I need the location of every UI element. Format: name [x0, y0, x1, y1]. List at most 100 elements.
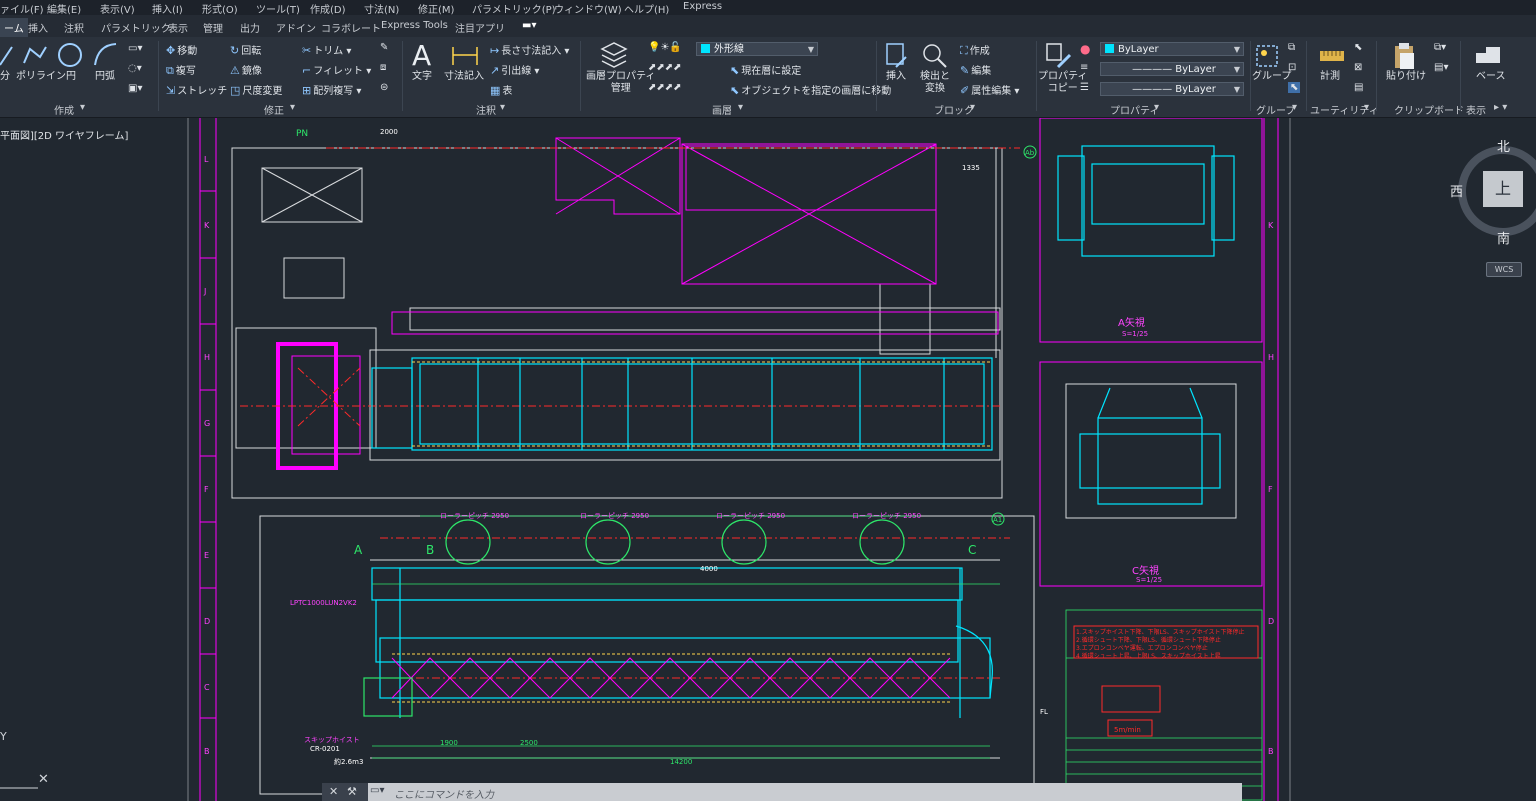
menu-edit[interactable]: 編集(E) [47, 1, 81, 16]
layer-state-icons[interactable]: 💡☀🔓 [648, 42, 682, 53]
text-button[interactable]: 文字 [412, 71, 432, 83]
compass-north[interactable]: 北 [1497, 136, 1510, 155]
insert-block-icon[interactable] [884, 41, 910, 71]
viewport-label[interactable]: 平面図][2D ワイヤフレーム] [0, 127, 128, 142]
menu-parametric[interactable]: パラメトリック(P) [472, 1, 556, 16]
linetype-dropdown[interactable]: ———— ByLayer ▼ [1100, 62, 1244, 76]
close-icon[interactable]: ✕ [329, 785, 338, 798]
utilities-expand-icon[interactable]: ▾ [1364, 102, 1369, 113]
menu-insert[interactable]: 挿入(I) [152, 1, 183, 16]
wcs-menu[interactable]: WCS [1486, 262, 1522, 277]
tab-view[interactable]: 表示 [168, 20, 188, 35]
offset-icon[interactable]: ⊜ [380, 82, 388, 93]
table-button[interactable]: ▦ 表 [490, 82, 512, 97]
panel-title-draw[interactable]: 作成 [54, 102, 74, 117]
panel-title-annotation[interactable]: 注釈 [476, 102, 496, 117]
layer-tool-icons-row1[interactable]: ⬈⬈⬈⬈ [648, 62, 682, 73]
edit-block-button[interactable]: ✎ 編集 [960, 62, 991, 77]
copy-button[interactable]: ⧉ 複写 [166, 62, 196, 78]
groups-expand-icon[interactable]: ▾ [1292, 102, 1297, 113]
move-button[interactable]: ✥ 移動 [166, 42, 197, 57]
match-properties-icon[interactable] [1044, 41, 1074, 71]
measure-icon[interactable] [1318, 47, 1346, 67]
arc-icon[interactable] [92, 41, 120, 69]
annotation-expand-icon[interactable]: ▾ [500, 102, 505, 113]
hatch-icon[interactable]: ◌▾ [128, 63, 142, 74]
base-view-icon[interactable] [1474, 43, 1502, 67]
layer-properties-icon[interactable] [598, 41, 630, 71]
menu-file[interactable]: ァイル(F) [0, 1, 44, 16]
lineweight-dropdown[interactable]: ———— ByLayer ▼ [1100, 82, 1244, 96]
erase-icon[interactable]: ✎ [380, 42, 388, 53]
attr-edit-button[interactable]: ✐ 属性編集 ▾ [960, 82, 1019, 97]
panel-title-block[interactable]: ブロック [934, 102, 974, 117]
viewcube-top-face[interactable]: 上 [1483, 171, 1523, 207]
rotate-button[interactable]: ↻ 回転 [230, 42, 261, 57]
lineweight-icon[interactable]: ☰ [1080, 82, 1089, 93]
line-button-label[interactable]: 分 [0, 71, 10, 83]
move-to-layer-button[interactable]: ⬉ オブジェクトを指定の画層に移動 [730, 82, 891, 97]
command-prompt-icon[interactable]: ▭▾ [370, 785, 384, 796]
group-select-icon[interactable]: ⬉ [1288, 82, 1301, 93]
tab-manage[interactable]: 管理 [203, 20, 223, 35]
layer-tool-icons-row2[interactable]: ⬈⬈⬈⬈ [648, 82, 682, 93]
linear-dim-button[interactable]: ↦ 長さ寸法記入 ▾ [490, 42, 569, 57]
cad-drawing[interactable]: L K J H G F E D C B K H F D B A矢視 S=1/25… [0, 118, 1536, 801]
panel-title-properties[interactable]: プロパティ [1110, 102, 1159, 117]
menu-modify[interactable]: 修正(M) [418, 1, 454, 16]
color-dropdown[interactable]: ByLayer ▼ [1100, 42, 1244, 56]
compass-west[interactable]: 西 [1450, 181, 1463, 200]
menu-dimension[interactable]: 寸法(N) [364, 1, 399, 16]
menu-format[interactable]: 形式(O) [202, 1, 238, 16]
find-replace-icon[interactable] [920, 41, 948, 71]
tab-insert[interactable]: 挿入 [28, 20, 48, 35]
arc-button[interactable]: 円弧 [95, 71, 115, 83]
explode-icon[interactable]: ⧈ [380, 62, 386, 73]
layers-expand-icon[interactable]: ▾ [738, 102, 743, 113]
color-wheel-icon[interactable]: ● [1080, 42, 1090, 56]
panel-title-modify[interactable]: 修正 [264, 102, 284, 117]
properties-expand-icon[interactable]: ▾ [1154, 102, 1159, 113]
copy-clip-icon[interactable]: ⧉▾ [1434, 42, 1446, 53]
polyline-button[interactable]: ポリライン [16, 71, 66, 83]
calculator-icon[interactable]: ▤ [1354, 82, 1363, 93]
insert-button[interactable]: 挿入 [886, 71, 906, 83]
make-current-button[interactable]: ⬉ 現在層に設定 [730, 62, 801, 77]
menu-help[interactable]: ヘルプ(H) [624, 1, 669, 16]
cut-clip-icon[interactable]: ▤▾ [1434, 62, 1448, 73]
panel-title-view[interactable]: 表示 [1466, 102, 1486, 117]
viewcube[interactable]: 上 北 南 西 [1450, 136, 1536, 247]
menu-view[interactable]: 表示(V) [100, 1, 135, 16]
menu-draw[interactable]: 作成(D) [310, 1, 346, 16]
command-input[interactable]: ここにコマンドを入力 [394, 786, 494, 801]
tab-collaborate[interactable]: コラボレート [321, 20, 381, 35]
view-expand-icon[interactable]: ▸ ▾ [1494, 102, 1507, 113]
block-expand-icon[interactable]: ▾ [970, 102, 975, 113]
layer-dropdown[interactable]: 外形線 ▼ [696, 42, 818, 56]
wrench-icon[interactable]: ⚒ [347, 785, 357, 798]
group-edit-icon[interactable]: ⊡ [1288, 62, 1296, 73]
dimension-button[interactable]: 寸法記入 [444, 71, 484, 83]
group-button[interactable]: グループ [1252, 71, 1291, 83]
menu-window[interactable]: ウィンドウ(W) [554, 1, 622, 16]
group-icon[interactable] [1254, 43, 1280, 69]
tab-featured-apps[interactable]: 注目アプリ [455, 20, 505, 35]
panel-title-layers[interactable]: 画層 [712, 102, 732, 117]
rectangle-icon[interactable]: ▭▾ [128, 43, 142, 54]
measure-button[interactable]: 計測 [1320, 71, 1340, 83]
tab-output[interactable]: 出力 [240, 20, 260, 35]
modify-expand-icon[interactable]: ▾ [290, 102, 295, 113]
tab-annotate[interactable]: 注釈 [64, 20, 84, 35]
compass-south[interactable]: 南 [1497, 228, 1510, 247]
linetype-icon[interactable]: ≡ [1080, 62, 1088, 73]
tab-parametric[interactable]: パラメトリック [101, 20, 171, 35]
base-view-button[interactable]: ベース [1476, 71, 1506, 83]
select-all-icon[interactable]: ⊠ [1354, 62, 1362, 73]
paste-icon[interactable] [1392, 41, 1416, 71]
fillet-button[interactable]: ⌐ フィレット ▾ [302, 62, 371, 77]
tab-addins[interactable]: アドイン [276, 20, 316, 35]
layer-properties-button[interactable]: 画層プロパティ 管理 [586, 71, 655, 95]
menu-express[interactable]: Express [683, 1, 722, 12]
mirror-button[interactable]: ⚠ 鏡像 [230, 62, 262, 77]
tab-more-icon[interactable]: ▬▾ [522, 20, 536, 31]
